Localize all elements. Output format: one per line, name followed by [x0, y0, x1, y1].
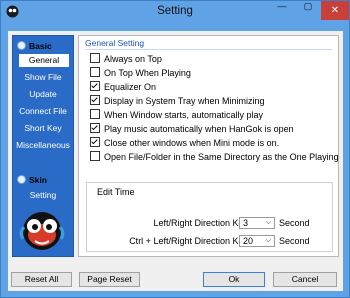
sidebar-item-skin-setting[interactable]: Setting — [13, 189, 73, 202]
direction-key-select[interactable]: 3 ⌵ — [239, 217, 275, 229]
option-always-on-top[interactable]: Always on Top — [90, 53, 162, 65]
sidebar-item-update[interactable]: Update — [13, 88, 73, 101]
bullet-icon — [17, 175, 26, 184]
checkbox-checked[interactable] — [90, 123, 100, 133]
minimize-button[interactable]: — — [269, 1, 295, 20]
option-close-in-mini-mode[interactable]: Close other windows when Mini mode is on… — [90, 137, 279, 149]
settings-sidebar: Basic General Show File Update Connect F… — [12, 35, 74, 257]
option-equalizer-on[interactable]: Equalizer On — [90, 81, 156, 93]
checkbox[interactable] — [90, 151, 100, 161]
ctrl-direction-key-label: Ctrl + Left/Right Direction Key — [129, 236, 248, 246]
section-title: General Setting — [85, 38, 145, 48]
section-divider — [85, 49, 332, 50]
sidebar-item-miscellaneous[interactable]: Miscellaneous — [13, 139, 73, 152]
option-autoplay-on-start[interactable]: When Window starts, automatically play — [90, 109, 263, 121]
ctrl-direction-key-select[interactable]: 20 ⌵ — [239, 235, 275, 247]
option-open-same-directory[interactable]: Open File/Folder in the Same Directory a… — [90, 151, 339, 163]
direction-key-label: Left/Right Direction Key — [153, 218, 248, 228]
title-bar[interactable]: Setting — ▢ ✕ — [1, 1, 349, 23]
option-system-tray[interactable]: Display in System Tray when Minimizing — [90, 95, 265, 107]
page-reset-button[interactable]: Page Reset — [79, 272, 140, 287]
checkbox-checked[interactable] — [90, 95, 100, 105]
option-play-when-open[interactable]: Play music automatically when HanGok is … — [90, 123, 294, 135]
checkbox-checked[interactable] — [90, 81, 100, 91]
option-on-top-when-playing[interactable]: On Top When Playing — [90, 67, 191, 79]
sidebar-item-short-key[interactable]: Short Key — [13, 122, 73, 135]
bullet-icon — [17, 41, 26, 50]
basic-heading: Basic — [17, 41, 52, 53]
edit-time-title: Edit Time — [97, 187, 135, 197]
sidebar-item-connect-file[interactable]: Connect File — [13, 105, 73, 118]
edit-time-group: Edit Time Left/Right Direction Key 3 ⌵ S… — [86, 182, 333, 252]
ctrl-direction-key-unit: Second — [279, 236, 310, 246]
checkbox[interactable] — [90, 53, 100, 63]
chevron-down-icon: ⌵ — [265, 237, 271, 244]
chevron-down-icon: ⌵ — [265, 219, 271, 226]
maximize-button[interactable]: ▢ — [295, 1, 321, 20]
direction-key-unit: Second — [279, 218, 310, 228]
mascot-logo-icon — [19, 212, 65, 250]
reset-all-button[interactable]: Reset All — [11, 272, 72, 287]
checkbox[interactable] — [90, 109, 100, 119]
checkbox[interactable] — [90, 67, 100, 77]
settings-window: Setting — ▢ ✕ Basic General Show File Up… — [0, 0, 350, 298]
close-button[interactable]: ✕ — [321, 1, 349, 20]
dialog-body: Basic General Show File Update Connect F… — [8, 31, 343, 291]
general-settings-panel: General Setting Always on Top On Top Whe… — [78, 35, 339, 257]
close-icon: ✕ — [330, 5, 340, 16]
checkbox-checked[interactable] — [90, 137, 100, 147]
skin-heading: Skin — [17, 175, 47, 187]
sidebar-item-show-file[interactable]: Show File — [13, 71, 73, 84]
sidebar-item-general[interactable]: General — [19, 54, 69, 67]
ok-button[interactable]: Ok — [203, 272, 265, 287]
cancel-button[interactable]: Cancel — [273, 272, 337, 287]
